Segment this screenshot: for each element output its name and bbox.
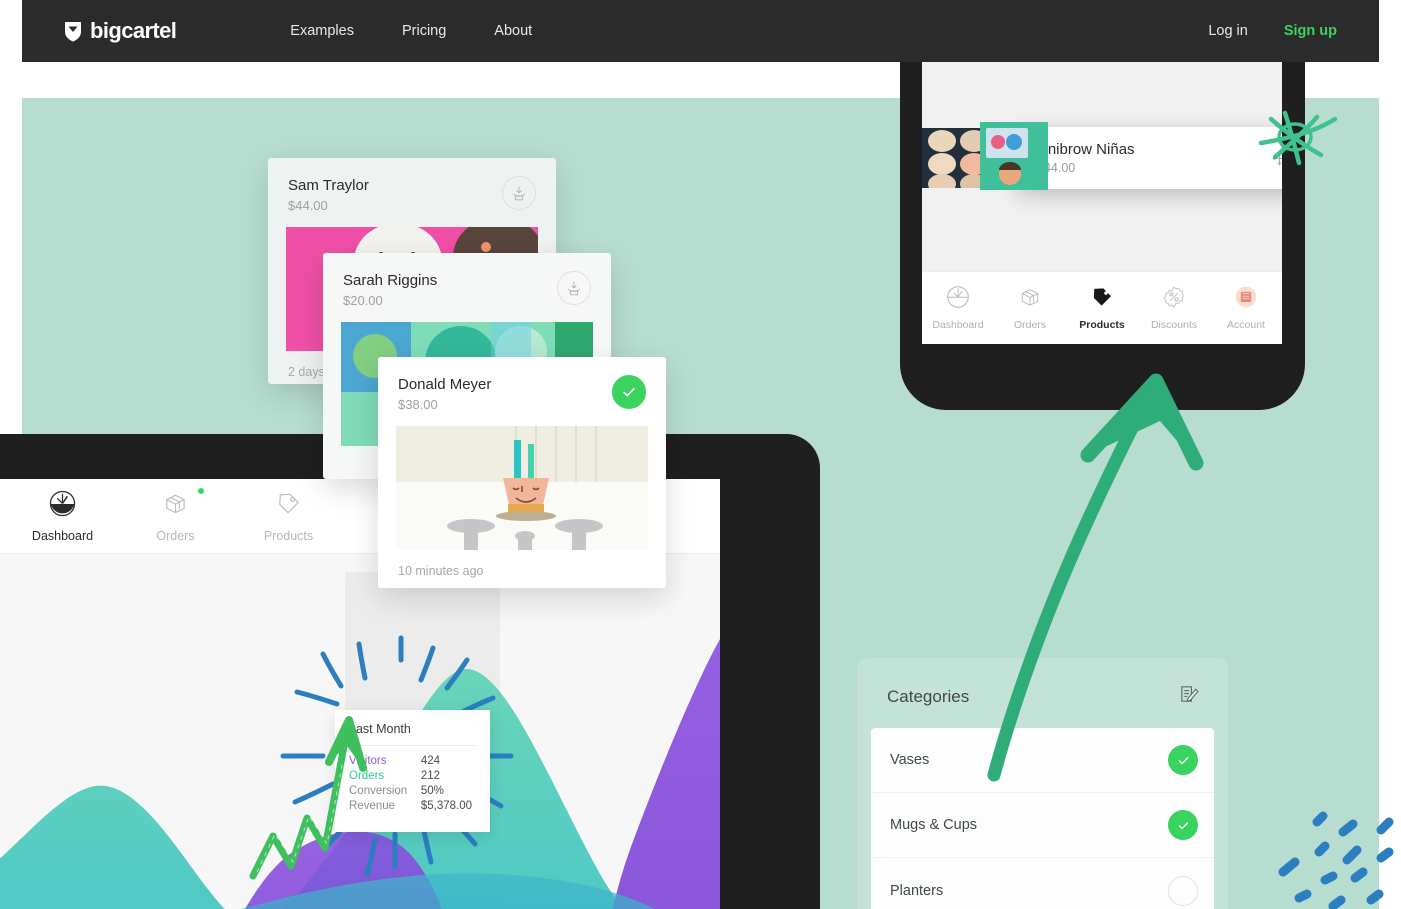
phone-tab-account-label: Account	[1227, 319, 1265, 331]
dragged-product-row[interactable]: Unibrow Niñas $44.00	[1017, 127, 1282, 189]
dragged-product-price: $44.00	[1037, 161, 1076, 176]
discount-percent-icon	[1162, 285, 1186, 314]
nav-link-pricing[interactable]: Pricing	[378, 23, 470, 39]
order-card-header: Sarah Riggins $20.00	[323, 253, 611, 322]
category-row-mugs-cups[interactable]: Mugs & Cups	[871, 793, 1214, 858]
stats-row: Orders 212	[349, 768, 476, 783]
order-customer-name: Sam Traylor	[288, 177, 369, 194]
product-row-placeholder	[922, 58, 1282, 120]
dashboard-gauge-icon	[946, 285, 970, 314]
phone-tab-products-label: Products	[1079, 319, 1125, 331]
brand-logo[interactable]: bigcartel	[64, 18, 177, 44]
stats-value: 212	[420, 769, 441, 782]
tab-orders-label: Orders	[156, 528, 195, 543]
order-time: 10 minutes ago	[398, 563, 484, 578]
order-card-header: Donald Meyer $38.00	[378, 357, 666, 426]
category-checkbox-unchecked[interactable]	[1168, 875, 1198, 906]
stats-row: Revenue $5,378.00	[349, 798, 476, 813]
tab-products[interactable]: Products	[232, 490, 345, 543]
order-product-photo	[396, 425, 648, 550]
stats-value: 50%	[420, 784, 444, 797]
top-navigation-bar: bigcartel Examples Pricing About Log in …	[22, 0, 1379, 62]
phone-tab-orders[interactable]: Orders	[996, 285, 1064, 331]
dashboard-gauge-icon	[49, 490, 76, 522]
order-amount: $20.00	[343, 292, 383, 308]
categories-list: Vases Mugs & Cups Planters	[871, 728, 1214, 909]
order-action[interactable]	[502, 176, 536, 210]
orders-box-icon	[1018, 285, 1042, 314]
category-checkbox-checked[interactable]	[1168, 810, 1198, 840]
categories-title: Categories	[887, 687, 970, 706]
tab-dashboard[interactable]: Dashboard	[6, 490, 119, 543]
products-tag-icon	[1090, 285, 1114, 314]
edit-pencil-icon[interactable]	[1179, 684, 1200, 710]
page-root: from any device at home or on the go.	[0, 0, 1401, 909]
products-tag-icon	[275, 490, 302, 522]
account-avatar-icon	[1234, 285, 1258, 314]
stats-key: Visitors	[349, 754, 387, 767]
check-icon[interactable]	[612, 375, 646, 409]
phone-tab-bar: Dashboard Orders Products Discounts Acco…	[922, 272, 1282, 344]
login-link[interactable]: Log in	[1208, 23, 1248, 39]
orders-new-badge	[198, 487, 204, 494]
tab-dashboard-label: Dashboard	[31, 528, 94, 543]
stats-row: Visitors 424	[349, 753, 476, 768]
category-label: Vases	[890, 752, 930, 768]
download-to-box-icon[interactable]	[502, 176, 536, 210]
phone-tab-products[interactable]: Products	[1068, 285, 1136, 331]
brand-name: bigcartel	[90, 18, 177, 43]
phone-tab-discounts[interactable]: Discounts	[1140, 285, 1208, 331]
category-row-vases[interactable]: Vases	[871, 728, 1214, 793]
nav-account-actions: Log in Sign up	[1208, 23, 1337, 39]
stats-value: 424	[420, 754, 441, 767]
move-handle-icon[interactable]	[1256, 150, 1282, 167]
order-amount: $38.00	[398, 396, 438, 412]
order-amount: $44.00	[288, 197, 328, 213]
categories-panel: Categories Vases Mugs & Cups Planters	[857, 658, 1228, 909]
stats-value: $5,378.00	[420, 799, 473, 812]
phone-tab-discounts-label: Discounts	[1150, 319, 1198, 331]
nav-link-examples[interactable]: Examples	[266, 23, 378, 39]
stats-key: Conversion	[349, 784, 408, 797]
stats-table: Visitors 424 Orders 212 Conversion 50% R…	[349, 753, 476, 813]
last-month-stats-card: Last Month Visitors 424 Orders 212 Conve…	[335, 710, 490, 832]
category-label: Planters	[890, 882, 944, 899]
order-card-donald-meyer[interactable]: Donald Meyer $38.00 10 minutes ago	[378, 357, 666, 588]
order-customer-name: Sarah Riggins	[343, 272, 438, 289]
dragged-product-thumbnail	[980, 122, 1048, 190]
shield-heart-logo-icon	[64, 21, 82, 42]
category-row-planters[interactable]: Planters	[871, 858, 1214, 909]
phone-tab-account[interactable]: Account	[1212, 285, 1280, 331]
category-label: Mugs & Cups	[890, 817, 978, 833]
categories-header: Categories	[857, 658, 1228, 728]
stats-row: Conversion 50%	[349, 783, 476, 798]
download-to-box-icon[interactable]	[557, 271, 591, 305]
stats-key: Revenue	[349, 799, 396, 812]
phone-tab-dashboard-label: Dashboard	[932, 319, 984, 331]
category-checkbox-checked[interactable]	[1168, 745, 1198, 775]
nav-links: Examples Pricing About	[266, 23, 556, 39]
order-action[interactable]	[612, 375, 646, 409]
dragged-product-name: Unibrow Niñas	[1037, 140, 1135, 158]
order-customer-name: Donald Meyer	[398, 376, 492, 393]
tab-orders[interactable]: Orders	[119, 487, 232, 543]
signup-link[interactable]: Sign up	[1284, 23, 1337, 39]
dragged-product-meta: Unibrow Niñas $44.00	[1017, 141, 1256, 176]
stats-title: Last Month	[349, 722, 476, 746]
order-card-header: Sam Traylor $44.00	[268, 158, 556, 227]
order-action[interactable]	[557, 271, 591, 305]
phone-tab-dashboard[interactable]: Dashboard	[924, 285, 992, 331]
tab-products-label: Products	[263, 528, 314, 543]
phone-tab-orders-label: Orders	[1013, 319, 1047, 331]
stats-key: Orders	[349, 769, 385, 782]
orders-box-icon	[162, 490, 189, 522]
nav-link-about[interactable]: About	[470, 23, 556, 39]
